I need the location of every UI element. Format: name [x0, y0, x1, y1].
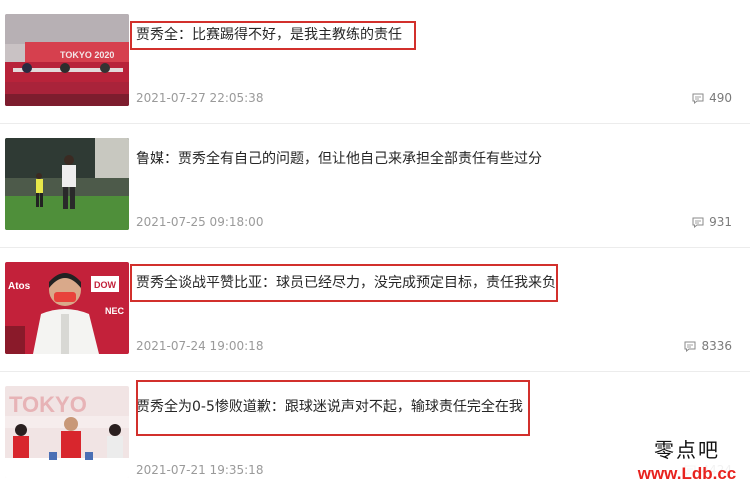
- svg-text:TOKYO: TOKYO: [9, 392, 87, 417]
- news-date: 2021-07-24 19:00:18: [136, 339, 264, 353]
- press-conference-photo: TOKYO 2020: [5, 14, 129, 106]
- comment-count[interactable]: 8336: [684, 338, 732, 354]
- interview-photo: Atos DOW NEC: [5, 262, 129, 354]
- watermark-url: www.Ldb.cc: [637, 464, 737, 483]
- comment-count-value: 490: [709, 91, 732, 105]
- speech-bubble-icon: [692, 93, 704, 104]
- comment-count-value: 8336: [701, 339, 732, 353]
- news-date: 2021-07-21 19:35:18: [136, 463, 264, 477]
- news-list: TOKYO 2020 贾秀全：比赛踢得不好，是我主教练的责任 2021-07-2…: [0, 0, 750, 487]
- speech-bubble-icon: [684, 341, 696, 352]
- news-item[interactable]: 鲁媒：贾秀全有自己的问题，但让他自己来承担全部责任有些过分 2021-07-25…: [0, 124, 750, 248]
- news-date: 2021-07-25 09:18:00: [136, 215, 264, 229]
- watermark-title: 零点吧: [654, 438, 720, 462]
- news-date: 2021-07-27 22:05:38: [136, 91, 264, 105]
- news-item[interactable]: Atos DOW NEC 贾秀全谈战平赞比亚：球员已经尽力，没完成预定目标，责任…: [0, 248, 750, 372]
- comment-count[interactable]: 931: [692, 214, 732, 230]
- news-thumbnail[interactable]: TOKYO 2020: [5, 14, 129, 106]
- svg-text:NEC: NEC: [105, 306, 125, 316]
- press-conference-photo: TOKYO: [5, 386, 129, 478]
- comment-count[interactable]: 490: [692, 90, 732, 106]
- news-title[interactable]: 贾秀全：比赛踢得不好，是我主教练的责任: [136, 25, 402, 45]
- training-photo: [5, 138, 129, 230]
- news-title[interactable]: 贾秀全为0-5惨败道歉：跟球迷说声对不起，输球责任完全在我: [136, 397, 523, 417]
- news-thumbnail[interactable]: [5, 138, 129, 230]
- news-title[interactable]: 贾秀全谈战平赞比亚：球员已经尽力，没完成预定目标，责任我来负: [136, 273, 556, 293]
- speech-bubble-icon: [692, 217, 704, 228]
- news-thumbnail[interactable]: Atos DOW NEC: [5, 262, 129, 354]
- site-watermark: 零点吧 www.Ldb.cc: [624, 436, 750, 487]
- svg-text:TOKYO 2020: TOKYO 2020: [60, 50, 114, 60]
- svg-text:DOW: DOW: [94, 280, 117, 290]
- news-thumbnail[interactable]: TOKYO: [5, 386, 129, 478]
- news-title[interactable]: 鲁媒：贾秀全有自己的问题，但让他自己来承担全部责任有些过分: [136, 149, 542, 169]
- svg-text:Atos: Atos: [8, 281, 31, 292]
- news-item[interactable]: TOKYO 2020 贾秀全：比赛踢得不好，是我主教练的责任 2021-07-2…: [0, 0, 750, 124]
- comment-count-value: 931: [709, 215, 732, 229]
